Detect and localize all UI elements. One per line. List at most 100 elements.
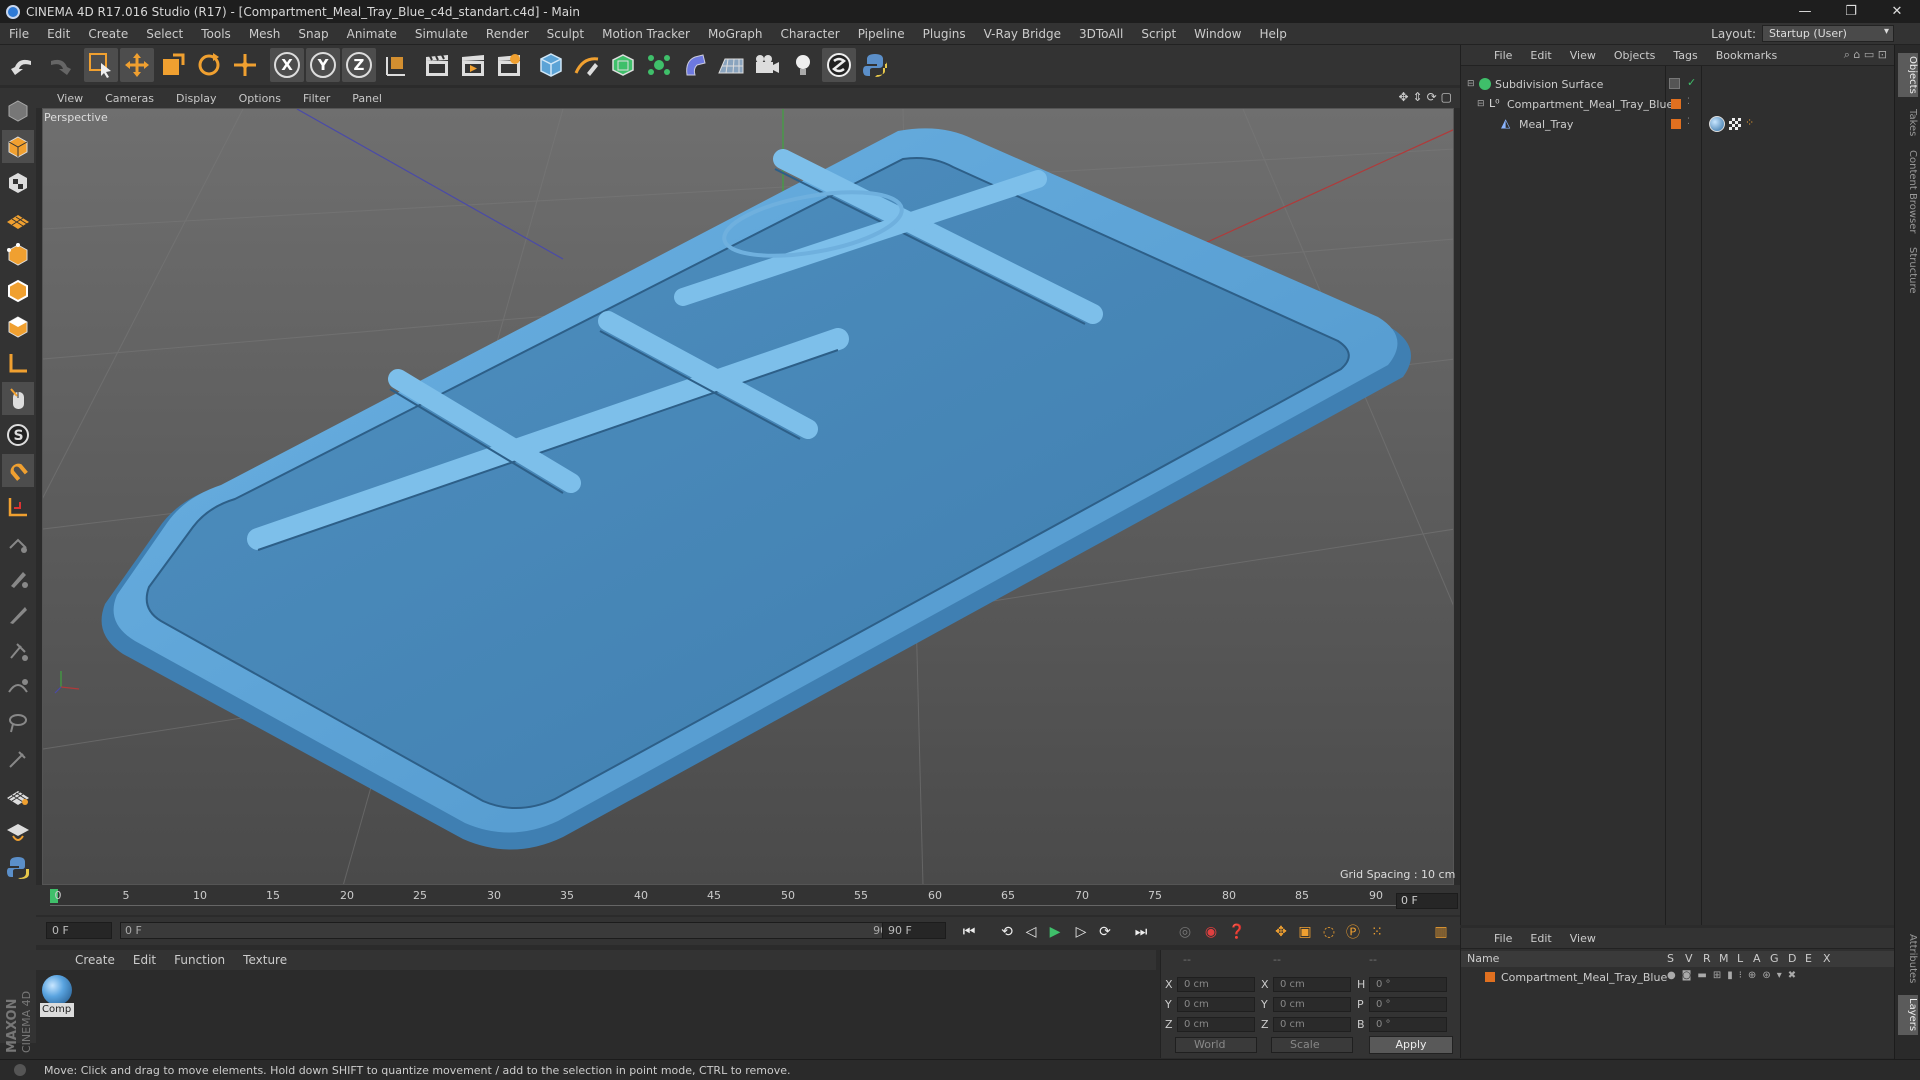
minimize-button[interactable]: — — [1782, 0, 1828, 23]
menu-tools[interactable]: Tools — [192, 27, 240, 41]
floor-object-button[interactable] — [714, 48, 748, 82]
x-axis-lock-button[interactable]: X — [270, 48, 304, 82]
undo-button[interactable] — [6, 48, 40, 82]
python-button[interactable] — [858, 48, 892, 82]
coordinate-space-dropdown[interactable]: World — [1175, 1037, 1257, 1053]
material-menu-edit[interactable]: Edit — [124, 953, 165, 967]
menu-motion-tracker[interactable]: Motion Tracker — [593, 27, 699, 41]
tweak-mode-button[interactable] — [2, 382, 34, 415]
rotation-p-field[interactable]: 0 ° — [1369, 997, 1447, 1012]
coordinate-system-button[interactable] — [378, 48, 412, 82]
coordinate-mode-dropdown[interactable]: Scale — [1271, 1037, 1353, 1053]
workplane-mode-button[interactable] — [2, 202, 34, 235]
python-script-button[interactable] — [2, 850, 34, 883]
menu-animate[interactable]: Animate — [338, 27, 406, 41]
magnet-tool-button[interactable] — [2, 634, 34, 667]
rotation-h-field[interactable]: 0 ° — [1369, 977, 1447, 992]
menu-snap[interactable]: Snap — [289, 27, 337, 41]
phong-tag-icon[interactable]: ⁘ — [1745, 116, 1754, 129]
edges-mode-button[interactable] — [2, 274, 34, 307]
layer-color-swatch[interactable] — [1485, 972, 1495, 982]
menu-character[interactable]: Character — [771, 27, 848, 41]
end-frame-field[interactable]: 90 F — [882, 922, 946, 939]
apply-button[interactable]: Apply — [1369, 1036, 1453, 1054]
viewport-menu-display[interactable]: Display — [165, 92, 228, 105]
uv-grid-button[interactable] — [2, 778, 34, 811]
axis-mode-button[interactable] — [2, 346, 34, 379]
z-axis-lock-button[interactable]: Z — [342, 48, 376, 82]
object-search-icon[interactable]: ⌕ ⌂ ▭ ⊡ — [1844, 48, 1887, 62]
menu-3dtoall[interactable]: 3DToAll — [1070, 27, 1132, 41]
object-menu-bookmarks[interactable]: Bookmarks — [1707, 49, 1786, 62]
y-axis-lock-button[interactable]: Y — [306, 48, 340, 82]
menu-sculpt[interactable]: Sculpt — [538, 27, 593, 41]
viewport-maximize-icon[interactable]: ▢ — [1441, 90, 1452, 104]
tab-objects[interactable]: Objects — [1898, 53, 1918, 97]
frame-range-slider[interactable]: 0 F 90 F — [120, 922, 906, 939]
snap-button[interactable] — [2, 454, 34, 487]
layer-menu-view[interactable]: View — [1561, 932, 1605, 945]
camera-button[interactable] — [750, 48, 784, 82]
menu-mesh[interactable]: Mesh — [240, 27, 290, 41]
object-row-compartment-meal-tray-blue[interactable]: ⊟ L⁰ Compartment_Meal_Tray_Blue ⁚ — [1461, 95, 1895, 114]
texture-mode-button[interactable] — [2, 166, 34, 199]
points-mode-button[interactable] — [2, 238, 34, 271]
previous-frame-button[interactable]: ◁ — [1020, 921, 1042, 943]
menu-create[interactable]: Create — [79, 27, 137, 41]
menu-pipeline[interactable]: Pipeline — [849, 27, 914, 41]
object-menu-edit[interactable]: Edit — [1521, 49, 1560, 62]
viewport-menu-filter[interactable]: Filter — [292, 92, 341, 105]
expand-toggle-icon[interactable]: ⊟ — [1477, 99, 1485, 109]
rotate-tool-button[interactable] — [192, 48, 226, 82]
keyframe-selection-button[interactable]: ❓ — [1226, 921, 1248, 943]
layer-color-swatch[interactable] — [1669, 78, 1680, 89]
record-pla-button[interactable]: ⁙ — [1366, 921, 1388, 943]
viewport-rotate-icon[interactable]: ⟳ — [1427, 90, 1437, 104]
object-menu-objects[interactable]: Objects — [1605, 49, 1665, 62]
layer-toggle-icons[interactable]: ●◙▬⊞▮⁝⊕⊛▾✖ — [1667, 970, 1802, 981]
spline-pen-button[interactable] — [570, 48, 604, 82]
tab-content-browser[interactable]: Content Browser — [1898, 149, 1918, 235]
menu-window[interactable]: Window — [1185, 27, 1250, 41]
play-button[interactable]: ▶ — [1044, 921, 1066, 943]
deformer-button[interactable] — [678, 48, 712, 82]
object-menu-file[interactable]: File — [1485, 49, 1521, 62]
material-preview-thumbnail[interactable] — [42, 975, 72, 1005]
paint-tool-button[interactable] — [2, 742, 34, 775]
record-position-button[interactable]: ✥ — [1270, 921, 1292, 943]
visibility-dots-icon[interactable]: ⁚ — [1687, 117, 1690, 127]
menu-plugins[interactable]: Plugins — [914, 27, 975, 41]
scale-tool-button[interactable] — [156, 48, 190, 82]
lasso-tool-button[interactable] — [2, 706, 34, 739]
layer-color-swatch[interactable] — [1671, 119, 1681, 129]
material-menu-function[interactable]: Function — [165, 953, 234, 967]
knife-tool-button[interactable] — [2, 598, 34, 631]
viewport-menu-view[interactable]: View — [46, 92, 94, 105]
render-settings-button[interactable] — [492, 48, 526, 82]
record-keys-button[interactable]: ◎ — [1174, 921, 1196, 943]
vray-button[interactable] — [822, 48, 856, 82]
sculpt-mode-button[interactable] — [2, 814, 34, 847]
render-view-button[interactable] — [420, 48, 454, 82]
viewport-pan-icon[interactable]: ✥ — [1398, 90, 1408, 104]
position-x-field[interactable]: 0 cm — [1177, 977, 1255, 992]
smooth-tool-button[interactable] — [2, 670, 34, 703]
viewport-menu-panel[interactable]: Panel — [341, 92, 393, 105]
lock-workplane-button[interactable] — [2, 526, 34, 559]
tab-structure[interactable]: Structure — [1898, 243, 1918, 297]
perspective-viewport[interactable] — [42, 108, 1454, 885]
layer-color-swatch[interactable] — [1671, 99, 1681, 109]
material-tag-icon[interactable] — [1709, 116, 1725, 132]
enabled-check-icon[interactable]: ✓ — [1687, 76, 1696, 89]
object-menu-tags[interactable]: Tags — [1664, 49, 1706, 62]
next-key-button[interactable]: ⟳ — [1094, 921, 1116, 943]
start-frame-field[interactable]: 0 F — [46, 922, 112, 939]
polygons-mode-button[interactable] — [2, 310, 34, 343]
live-selection-button[interactable] — [84, 48, 118, 82]
rotation-b-field[interactable]: 0 ° — [1369, 1017, 1447, 1032]
texture-tag-icon[interactable] — [1729, 118, 1741, 130]
material-menu-create[interactable]: Create — [66, 953, 124, 967]
viewport-menu-options[interactable]: Options — [228, 92, 292, 105]
object-menu-view[interactable]: View — [1561, 49, 1605, 62]
material-menu-texture[interactable]: Texture — [234, 953, 296, 967]
